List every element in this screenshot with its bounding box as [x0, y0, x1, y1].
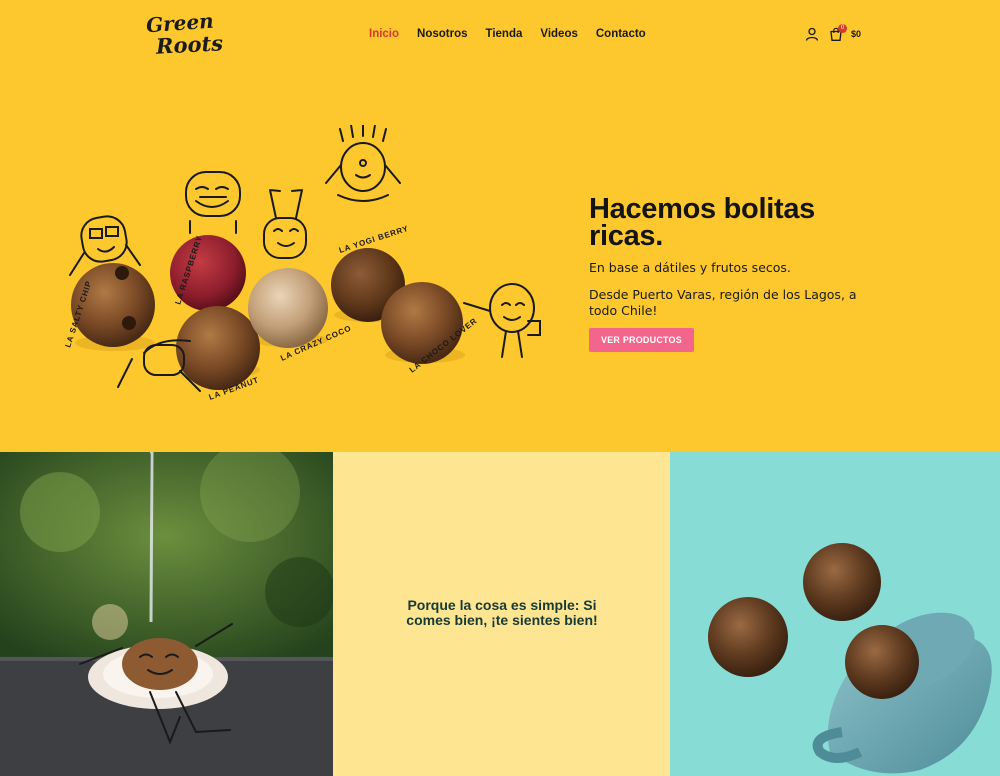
- nav-item-nosotros[interactable]: Nosotros: [417, 26, 467, 42]
- hero-description: Desde Puerto Varas, región de los Lagos,…: [589, 287, 857, 318]
- nav-item-videos[interactable]: Videos: [540, 26, 578, 42]
- nav-item-tienda[interactable]: Tienda: [486, 26, 523, 42]
- hero-subtitle: En base a dátiles y frutos secos.: [589, 260, 791, 275]
- nav-item-inicio[interactable]: Inicio: [369, 26, 399, 42]
- ball-peanut: [176, 306, 260, 390]
- cart-total[interactable]: $0: [851, 29, 861, 39]
- site-header: Green Roots Inicio Nosotros Tienda Video…: [0, 0, 1000, 72]
- main-nav: Inicio Nosotros Tienda Videos Contacto: [369, 26, 664, 42]
- hero-illustration: LA SALTY CHIP LA RASPBERRY LA YOGI BERRY…: [63, 125, 541, 402]
- ball-choco-lover: [381, 282, 463, 364]
- cup-photo: [708, 543, 992, 774]
- ball-crazy-coco: [248, 268, 328, 348]
- hero-title: Hacemos bolitas ricas.: [589, 193, 815, 252]
- shell-photo: [0, 452, 333, 776]
- view-products-button[interactable]: VER PRODUCTOS: [589, 328, 694, 352]
- logo-line-2: Roots: [155, 30, 224, 59]
- logo[interactable]: Green Roots: [144, 9, 223, 62]
- photo-panel-shell: [0, 452, 333, 776]
- quote-panel: Porque la cosa es simple: Si comes bien,…: [333, 452, 670, 776]
- quote-text: Porque la cosa es simple: Si comes bien,…: [406, 597, 598, 628]
- nav-item-contacto[interactable]: Contacto: [596, 26, 646, 42]
- cart-count-badge: 0: [838, 24, 847, 33]
- user-icon[interactable]: [805, 27, 819, 41]
- photo-panel-cup: [670, 452, 1000, 776]
